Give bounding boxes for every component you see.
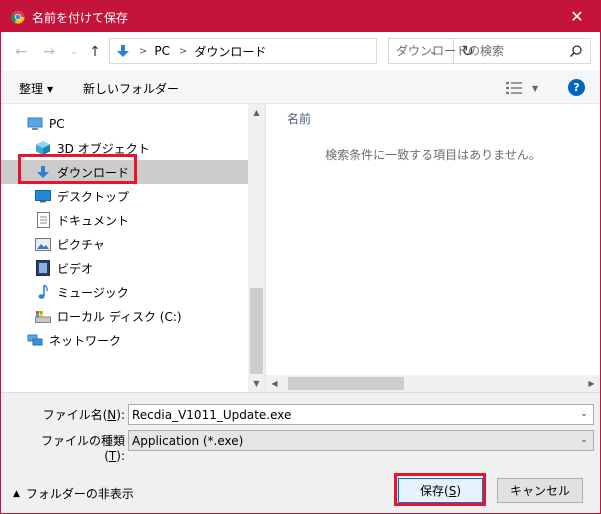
breadcrumb-separator-icon: > [139,45,148,57]
help-button[interactable]: ? [568,79,585,96]
search-box[interactable] [388,38,591,64]
save-button[interactable]: 保存(S) [398,478,483,503]
scroll-down-arrow-icon[interactable]: ▼ [248,375,265,392]
hide-folders-label: フォルダーの非表示 [25,487,134,501]
pictures-icon [35,236,51,252]
breadcrumb-separator-icon: > [179,45,188,57]
chevron-down-icon: ⌄ [70,47,78,57]
filetype-select[interactable]: Application (*.exe) ⌄ [128,430,594,451]
filetype-label: ファイルの種類(T): [40,434,125,463]
organize-label: 整理 [19,82,44,96]
pc-icon [27,116,43,132]
sidebar-item-pc[interactable]: PC [1,112,248,136]
title-bar: 名前を付けて保存 ✕ [1,1,600,32]
close-icon: ✕ [570,7,584,26]
close-button[interactable]: ✕ [554,1,600,32]
details-view-icon [506,82,522,94]
back-button[interactable]: ← [11,42,31,62]
navigation-pane: PC 3D オブジェクト ダウンロード デスクトップ ドキュメント ピクチャ ビ… [1,104,264,392]
address-bar[interactable]: > PC > ダウンロード ⌄ ↻ [109,38,474,64]
save-as-dialog: 名前を付けて保存 ✕ ← → ⌄ ↑ > PC > ダウンロード ⌄ ↻ ダウン… [0,0,601,514]
scroll-left-arrow-icon[interactable]: ◀ [266,375,283,392]
dialog-title: 名前を付けて保存 [32,11,129,25]
organize-button[interactable]: 整理 ▼ [19,80,53,97]
sidebar-item-label: デスクトップ [57,189,130,204]
search-input[interactable] [396,44,566,58]
recent-locations-button[interactable]: ⌄ [64,42,84,62]
sidebar-item-3d-objects[interactable]: 3D オブジェクト [1,136,248,160]
scroll-up-arrow-icon[interactable]: ▲ [248,104,265,121]
sidebar-item-label: PC [49,117,65,131]
chrome-icon [11,10,25,24]
sidebar-item-label: ミュージック [57,285,129,300]
file-list-pane: 名前 検索条件に一致する項目はありません。 [266,104,600,374]
sidebar-item-desktop[interactable]: デスクトップ [1,184,248,208]
change-view-button[interactable]: ▼ [506,79,542,97]
caret-down-icon: ▼ [47,85,54,94]
hide-folders-toggle[interactable]: ▲ フォルダーの非表示 [13,485,134,502]
search-icon [569,45,582,58]
navigation-bar: ← → ⌄ ↑ > PC > ダウンロード ⌄ ↻ [1,32,600,71]
filetype-value: Application (*.exe) [132,433,244,448]
download-arrow-icon [35,164,51,180]
download-arrow-icon [117,45,129,57]
sidebar-item-network[interactable]: ネットワーク [1,328,248,352]
save-form-area: ファイル名(N): Recdia_V1011_Update.exe ⌄ ファイル… [1,392,600,513]
empty-results-message: 検索条件に一致する項目はありません。 [325,148,541,162]
sidebar-item-videos[interactable]: ビデオ [1,256,248,280]
help-icon: ? [573,81,580,94]
sidebar-item-label: 3D オブジェクト [57,141,150,156]
3d-objects-icon [35,140,51,156]
chevron-down-icon[interactable]: ⌄ [578,408,590,420]
back-arrow-icon: ← [15,44,27,60]
sidebar-item-downloads[interactable]: ダウンロード [1,160,248,184]
scrollbar-thumb[interactable] [250,288,263,374]
document-icon [35,212,51,228]
forward-arrow-icon: → [43,44,55,60]
up-arrow-icon: ↑ [89,44,101,60]
forward-button[interactable]: → [39,42,59,62]
breadcrumb-pc[interactable]: PC [154,44,170,58]
sidebar-item-local-disk[interactable]: ローカル ディスク (C:) [1,304,248,328]
sidebar-item-documents[interactable]: ドキュメント [1,208,248,232]
filename-value[interactable]: Recdia_V1011_Update.exe [132,408,291,422]
drive-icon [35,308,51,324]
column-header-name[interactable]: 名前 [287,110,311,127]
chevron-up-icon: ▲ [13,488,20,499]
sidebar-item-label: ローカル ディスク (C:) [57,309,182,324]
video-icon [35,260,51,276]
sidebar-item-label: ネットワーク [49,333,122,348]
sidebar-item-label: ダウンロード [57,165,130,180]
desktop-icon [35,188,51,204]
caret-down-icon: ▼ [532,83,539,93]
new-folder-button[interactable]: 新しいフォルダー [83,80,179,97]
scrollbar-thumb[interactable] [288,377,404,390]
filename-field[interactable]: Recdia_V1011_Update.exe ⌄ [128,404,594,425]
scroll-right-arrow-icon[interactable]: ▶ [583,375,600,392]
sidebar-item-label: ピクチャ [57,237,105,252]
music-icon [35,284,51,300]
chevron-down-icon: ⌄ [580,435,588,445]
sidebar-item-pictures[interactable]: ピクチャ [1,232,248,256]
sidebar-item-label: ビデオ [57,261,94,276]
network-icon [27,332,43,348]
command-toolbar: 整理 ▼ 新しいフォルダー ▼ ? [1,71,600,104]
sidebar-item-label: ドキュメント [57,213,130,228]
breadcrumb-downloads[interactable]: ダウンロード [194,43,266,60]
sidebar-item-music[interactable]: ミュージック [1,280,248,304]
navigation-pane-scrollbar[interactable]: ▲ ▼ [248,104,265,392]
up-button[interactable]: ↑ [85,42,105,62]
cancel-button[interactable]: キャンセル [497,478,583,503]
filename-label: ファイル名(N): [42,408,125,422]
file-list-horizontal-scrollbar[interactable]: ◀ ▶ [266,375,600,392]
